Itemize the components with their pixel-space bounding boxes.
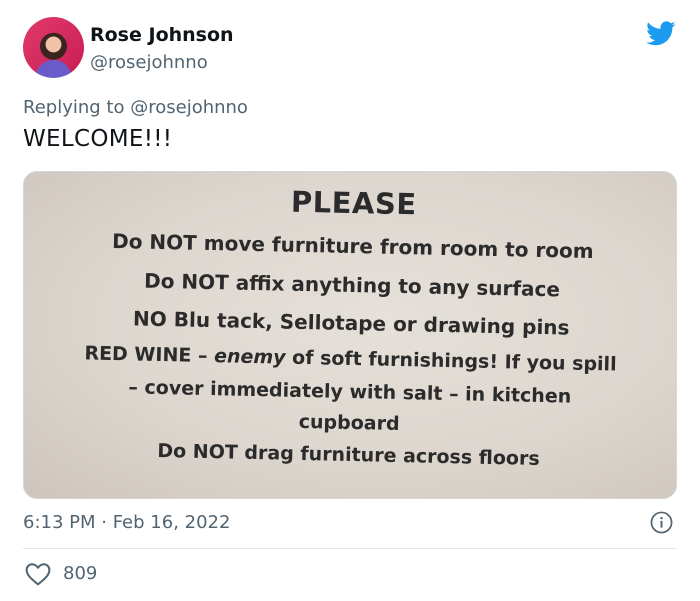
timestamp-link[interactable]: 6:13 PM · Feb 16, 2022 <box>23 512 230 533</box>
sign-line: – cover immediately with salt – in kitch… <box>128 376 572 408</box>
sign-line: cupboard <box>298 410 400 436</box>
info-icon[interactable] <box>650 511 673 534</box>
sign-line-wine: RED WINE – enemy of soft furnishings! If… <box>24 341 676 377</box>
author-handle[interactable]: @rosejohnno <box>90 52 208 73</box>
sign-line: Do NOT affix anything to any surface <box>143 268 561 302</box>
sign-title: PLEASE <box>290 184 417 222</box>
heart-icon[interactable] <box>25 562 51 586</box>
sign-text: of soft furnishings! If you spill <box>285 346 617 376</box>
sign-text: RED WINE – <box>84 342 215 368</box>
replying-mention-link[interactable]: @rosejohnno <box>130 97 248 118</box>
divider <box>23 548 677 549</box>
tweet-text: WELCOME!!! <box>23 126 173 152</box>
sign-emphasis: enemy <box>213 345 286 369</box>
like-count[interactable]: 809 <box>63 563 97 584</box>
sign-line: Do NOT drag furniture across floors <box>157 439 540 470</box>
author-name[interactable]: Rose Johnson <box>90 24 234 46</box>
avatar[interactable] <box>23 17 84 78</box>
tweet-card: Rose Johnson @rosejohnno Replying to @ro… <box>0 0 700 601</box>
replying-prefix: Replying to <box>23 97 125 118</box>
sign-line: Do NOT move furniture from room to room <box>111 228 594 264</box>
replying-to: Replying to @rosejohnno <box>23 97 248 118</box>
sign: PLEASE Do NOT move furniture from room t… <box>24 172 676 498</box>
twitter-bird-icon[interactable] <box>644 18 678 48</box>
sign-line: NO Blu tack, Sellotape or drawing pins <box>132 306 570 340</box>
tweet-photo[interactable]: PLEASE Do NOT move furniture from room t… <box>23 171 677 499</box>
